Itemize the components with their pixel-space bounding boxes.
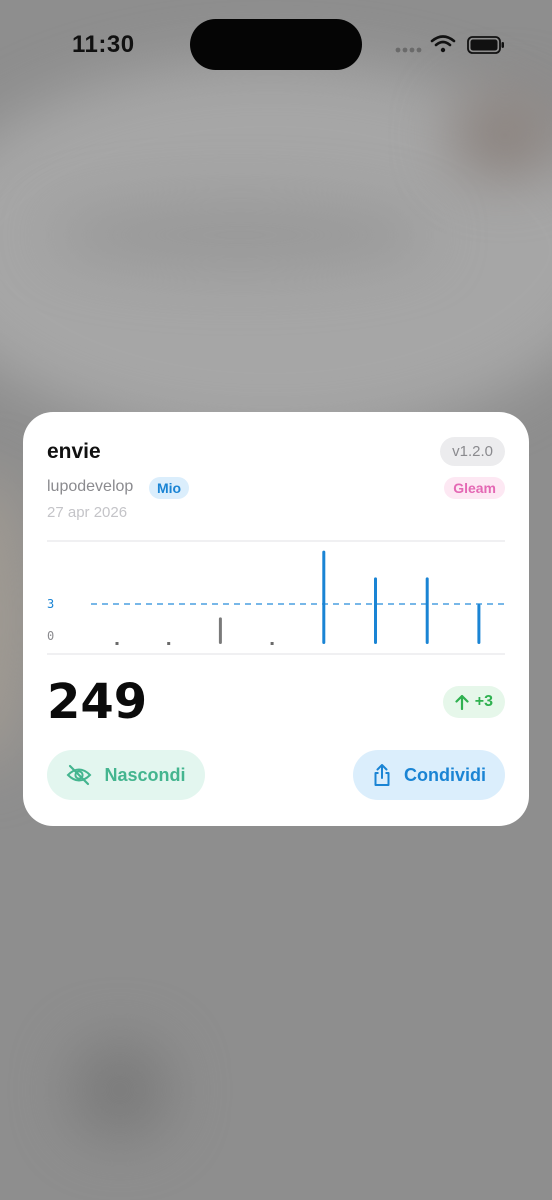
chart-bar (115, 642, 119, 645)
repo-owner: lupodevelop (47, 478, 134, 495)
background-blur-region (50, 200, 430, 270)
share-button[interactable]: Condividi (353, 750, 505, 800)
arrow-up-icon (455, 694, 469, 710)
version-badge: v1.2.0 (440, 437, 505, 466)
hide-button-label: Nascondi (104, 764, 186, 785)
battery-icon (467, 36, 504, 54)
activity-chart: 3 0 (47, 540, 505, 656)
repo-card[interactable]: envie v1.2.0 lupodevelop Mio Gleam 27 ap… (23, 412, 529, 826)
eye-slash-icon (67, 764, 92, 786)
chart-bar (477, 604, 481, 644)
chart-bar (167, 642, 171, 645)
chart-bar (322, 550, 326, 644)
chart-bar (425, 577, 429, 644)
repo-name: envie (47, 440, 101, 463)
dynamic-island (190, 19, 362, 70)
y-tick-label: 3 (47, 597, 54, 611)
signal-dots-icon (395, 47, 422, 53)
share-icon (374, 764, 390, 786)
delta-value: +3 (474, 693, 493, 710)
chart-bars (115, 550, 481, 645)
owner-badge: Mio (149, 477, 190, 499)
background-blur-region (70, 1040, 170, 1140)
wifi-icon (430, 35, 456, 53)
chart-bar (218, 617, 222, 644)
repo-date: 27 apr 2026 (47, 504, 128, 521)
background-blur-region (450, 90, 552, 180)
delta-badge: +3 (442, 686, 505, 718)
hide-button[interactable]: Nascondi (47, 750, 205, 800)
status-icons (394, 33, 506, 57)
star-count: 249 (47, 674, 148, 730)
y-tick-label: 0 (47, 629, 54, 643)
status-time: 11:30 (72, 31, 135, 58)
status-bar: 11:30 (0, 0, 552, 92)
share-button-label: Condividi (404, 764, 486, 785)
chart-bar (374, 577, 377, 644)
chart-bar (270, 642, 274, 645)
language-badge: Gleam (444, 477, 505, 499)
